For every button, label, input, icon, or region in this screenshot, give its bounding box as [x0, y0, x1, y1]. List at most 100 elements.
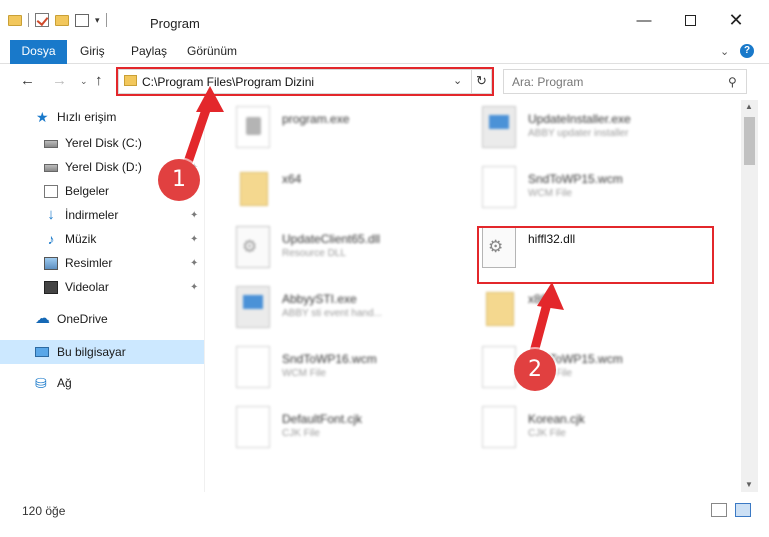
help-icon[interactable]: ? — [740, 44, 754, 58]
pin-icon[interactable]: ✦ — [190, 258, 198, 269]
quick-access-toolbar: ▾ — [8, 13, 107, 27]
drive-icon — [44, 140, 58, 148]
search-icon: ⚲ — [728, 75, 737, 89]
scroll-down-icon[interactable]: ▼ — [745, 480, 753, 489]
file-icon — [236, 346, 270, 388]
maximize-button[interactable] — [680, 10, 700, 30]
file-type: ABBY sti event hand... — [282, 308, 382, 319]
minimize-button[interactable]: — — [634, 10, 654, 30]
file-item[interactable]: UpdateClient65.dll Resource DLL — [236, 226, 436, 274]
file-name: SndToWP15.wcm — [528, 172, 623, 186]
file-item[interactable]: program.exe — [236, 106, 436, 154]
status-bar: 120 öğe — [0, 500, 769, 522]
sidebar-item-label: OneDrive — [57, 312, 108, 326]
file-type: WCM File — [282, 368, 326, 379]
new-folder-icon[interactable] — [55, 14, 69, 26]
details-view-icon[interactable] — [711, 503, 727, 517]
tab-home[interactable]: Giriş — [80, 40, 105, 63]
file-item[interactable]: DefaultFont.cjk CJK File — [236, 406, 436, 454]
file-type: WCM File — [528, 188, 572, 199]
file-icon — [482, 406, 516, 448]
tab-share[interactable]: Paylaş — [131, 40, 167, 63]
file-list: program.exe UpdateInstaller.exe ABBY upd… — [206, 100, 741, 492]
sidebar-item-label: Videolar — [65, 280, 109, 294]
pin-icon[interactable]: ✦ — [190, 282, 198, 293]
folder-icon[interactable] — [8, 14, 22, 26]
recent-locations-icon[interactable]: ⌄ — [80, 76, 88, 87]
scroll-thumb[interactable] — [744, 117, 755, 165]
file-type: Resource DLL — [282, 248, 346, 259]
pin-icon[interactable]: ✦ — [190, 138, 198, 149]
title-bar: ▾ Program — ✕ — [0, 0, 769, 40]
close-button[interactable]: ✕ — [726, 10, 746, 30]
file-item[interactable]: UpdateInstaller.exe ABBY updater install… — [482, 106, 702, 154]
file-type: CJK File — [528, 428, 566, 439]
pin-icon[interactable]: ✦ — [190, 234, 198, 245]
pin-icon[interactable]: ✦ — [190, 210, 198, 221]
file-item[interactable]: AbbyySTI.exe ABBY sti event hand... — [236, 286, 436, 334]
sidebar-item-music[interactable]: ♪ Müzik ✦ — [0, 228, 204, 250]
divider — [105, 13, 107, 27]
file-name: Korean.cjk — [528, 412, 585, 426]
file-name: DefaultFont.cjk — [282, 412, 363, 426]
sidebar-item-quick-access[interactable]: ★ Hızlı erişim — [0, 106, 204, 128]
file-name: UpdateClient65.dll — [282, 232, 381, 246]
documents-icon — [44, 184, 58, 198]
vertical-scrollbar[interactable]: ▲ ▼ — [741, 100, 758, 492]
file-item[interactable]: SndToWP16.wcm WCM File — [236, 346, 436, 394]
search-input[interactable]: Ara: Program ⚲ — [503, 69, 747, 94]
music-icon: ♪ — [47, 230, 55, 247]
file-icon — [236, 406, 270, 448]
tab-view[interactable]: Görünüm — [187, 40, 237, 63]
file-name: AbbyySTI.exe — [282, 292, 357, 306]
file-type: CJK File — [282, 428, 320, 439]
expand-ribbon-icon[interactable]: ⌄ — [720, 45, 729, 58]
file-highlight-box — [477, 226, 714, 284]
sidebar-item-this-pc[interactable]: Bu bilgisayar — [0, 340, 204, 364]
back-button[interactable]: ← — [20, 72, 35, 89]
drive-icon — [44, 164, 58, 172]
sidebar-item-pictures[interactable]: Resimler ✦ — [0, 252, 204, 274]
file-item[interactable]: SndToWP15.wcm WCM File — [482, 166, 702, 214]
search-placeholder: Ara: Program — [512, 75, 584, 89]
scroll-up-icon[interactable]: ▲ — [745, 102, 753, 111]
quick-access-star-icon: ★ — [36, 108, 49, 125]
properties-icon[interactable] — [75, 13, 89, 27]
file-name: x64 — [282, 172, 302, 186]
file-name: SndToWP16.wcm — [282, 352, 377, 366]
exe-icon — [482, 106, 516, 148]
sidebar-item-downloads[interactable]: ↓ İndirmeler ✦ — [0, 204, 204, 226]
folder-icon — [486, 292, 514, 326]
divider — [28, 13, 29, 27]
network-icon: ⛁ — [35, 374, 47, 391]
sidebar-item-label: Hızlı erişim — [57, 110, 117, 124]
pictures-icon — [44, 256, 58, 270]
window-title: Program — [150, 16, 200, 31]
up-button[interactable]: ↑ — [95, 72, 103, 89]
program-exe-icon — [236, 106, 270, 148]
file-item[interactable]: x64 — [236, 166, 436, 214]
sidebar-item-local-disk-c[interactable]: Yerel Disk (C:) ✦ — [0, 132, 204, 154]
sidebar-item-label: Resimler — [65, 256, 113, 270]
large-icons-view-icon[interactable] — [735, 503, 751, 517]
sidebar-item-videos[interactable]: Videolar ✦ — [0, 276, 204, 298]
sidebar-item-onedrive[interactable]: ☁ OneDrive — [0, 308, 204, 330]
folder-icon — [240, 172, 268, 206]
maximize-icon — [684, 14, 696, 26]
file-name: program.exe — [282, 112, 350, 126]
sidebar-item-network[interactable]: ⛁ Ağ — [0, 372, 204, 394]
this-pc-icon — [35, 347, 49, 357]
file-item[interactable]: x86 — [482, 286, 702, 334]
sidebar-item-label: Müzik — [65, 232, 97, 246]
address-highlight-box — [116, 67, 494, 96]
properties-check-icon[interactable] — [35, 13, 49, 27]
sidebar-item-label: Bu bilgisayar — [57, 345, 126, 359]
forward-button[interactable]: → — [52, 72, 67, 89]
file-item[interactable]: Korean.cjk CJK File — [482, 406, 702, 454]
customize-dropdown-icon[interactable]: ▾ — [95, 15, 100, 26]
file-type: ABBY updater installer — [528, 128, 629, 139]
dll-icon — [236, 226, 270, 268]
item-count: 120 öğe — [22, 504, 66, 518]
file-icon — [482, 346, 516, 388]
sidebar-item-label: İndirmeler — [65, 208, 119, 222]
